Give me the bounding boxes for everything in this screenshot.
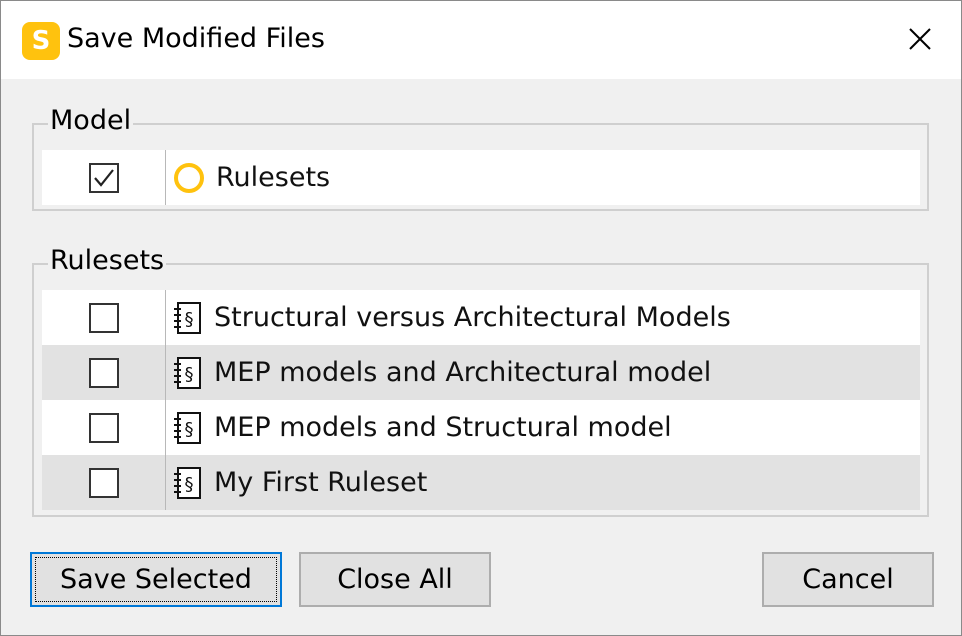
ruleset-icon: § — [174, 356, 201, 389]
dialog-title: Save Modified Files — [67, 23, 325, 54]
title-bar: S Save Modified Files — [1, 1, 961, 79]
save-selected-button[interactable]: Save Selected — [30, 552, 282, 607]
checkmark-icon — [94, 168, 114, 187]
close-icon — [909, 28, 931, 50]
cancel-label: Cancel — [802, 564, 894, 595]
ruleset-icon: § — [174, 301, 201, 334]
rulesets-group-legend: Rulesets — [48, 243, 167, 279]
list-item-label: Rulesets — [216, 162, 331, 193]
model-rulesets-checkbox[interactable] — [89, 162, 119, 193]
list-item-label: MEP models and Structural model — [214, 412, 672, 443]
close-all-button[interactable]: Close All — [299, 552, 491, 607]
list-item-ruleset[interactable]: § Structural versus Architectural Models — [42, 290, 920, 345]
app-logo-icon: S — [22, 22, 60, 60]
list-item-label: MEP models and Architectural model — [214, 357, 712, 388]
svg-text:§: § — [185, 364, 194, 385]
list-item-ruleset[interactable]: § MEP models and Structural model — [42, 400, 920, 455]
ruleset-checkbox[interactable] — [89, 412, 119, 443]
svg-text:§: § — [185, 309, 194, 330]
close-all-label: Close All — [337, 564, 453, 595]
cancel-button[interactable]: Cancel — [762, 552, 934, 607]
svg-text:§: § — [185, 419, 194, 440]
app-logo-letter: S — [31, 26, 51, 56]
svg-text:§: § — [185, 474, 194, 495]
save-modified-files-dialog: S Save Modified Files Model Rulesets Rul… — [0, 0, 962, 636]
list-item-ruleset[interactable]: § My First Ruleset — [42, 455, 920, 510]
list-item-label: My First Ruleset — [214, 467, 428, 498]
list-item-ruleset[interactable]: § MEP models and Architectural model — [42, 345, 920, 400]
ruleset-checkbox[interactable] — [89, 357, 119, 388]
ruleset-icon: § — [174, 411, 201, 444]
ruleset-checkbox[interactable] — [89, 467, 119, 498]
circle-icon — [174, 162, 204, 193]
list-item-label: Structural versus Architectural Models — [214, 302, 731, 333]
ruleset-checkbox[interactable] — [89, 302, 119, 333]
ruleset-icon: § — [174, 466, 201, 499]
model-group-legend: Model — [48, 103, 134, 139]
close-button[interactable] — [891, 17, 949, 61]
list-item-model-rulesets[interactable]: Rulesets — [42, 150, 920, 205]
